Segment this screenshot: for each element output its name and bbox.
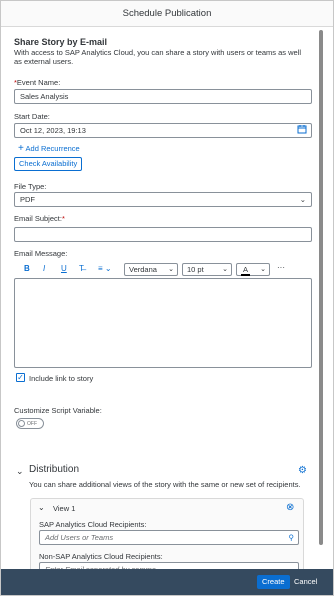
distribution-description: You can share additional views of the st… (29, 480, 301, 489)
underline-icon[interactable]: U (61, 264, 67, 273)
bold-icon[interactable]: B (24, 264, 30, 273)
email-message-label: Email Message: (14, 249, 68, 258)
include-link-label: Include link to story (29, 374, 94, 383)
calendar-icon[interactable] (297, 124, 307, 138)
sac-recipients-label: SAP Analytics Cloud Recipients: (39, 520, 147, 529)
section-description: With access to SAP Analytics Cloud, you … (14, 48, 302, 66)
section-heading: Share Story by E-mail (14, 37, 108, 47)
toggle-knob (18, 420, 25, 427)
chevron-down-icon[interactable]: ⌄ (16, 466, 24, 477)
font-color-select[interactable]: A ⌄ (236, 263, 270, 276)
email-subject-label: Email Subject:* (14, 214, 65, 223)
chevron-down-icon: ⌄ (260, 266, 266, 273)
scrollbar[interactable] (318, 30, 324, 570)
create-button[interactable]: Create (257, 575, 290, 589)
settings-gear-icon[interactable]: ⚙ (298, 465, 307, 476)
dialog-title: Schedule Publication (122, 8, 212, 19)
event-name-label: *Event Name: (14, 78, 61, 87)
include-link-checkbox[interactable]: ✓ (16, 373, 25, 382)
email-message-editor[interactable] (14, 278, 312, 368)
plus-icon: + (18, 143, 24, 154)
italic-icon[interactable]: I (43, 264, 45, 273)
dialog-footer: Create Cancel (1, 569, 333, 595)
user-icon[interactable]: ⚲ (289, 531, 295, 544)
view-title: View 1 (53, 504, 76, 513)
add-recurrence-link[interactable]: + Add Recurrence (18, 143, 80, 154)
start-date-label: Start Date: (14, 112, 50, 121)
strikethrough-icon[interactable]: T̶ (79, 264, 84, 273)
cancel-button[interactable]: Cancel (294, 575, 317, 589)
font-size-select[interactable]: 10 pt ⌄ (182, 263, 232, 276)
sac-recipients-input[interactable]: Add Users or Teams ⚲ (39, 530, 299, 545)
chevron-down-icon: ⌄ (299, 195, 306, 204)
email-subject-input[interactable] (14, 227, 312, 242)
dialog-header: Schedule Publication (1, 1, 333, 27)
file-type-select[interactable]: PDF ⌄ (14, 192, 312, 207)
nonsac-recipients-label: Non-SAP Analytics Cloud Recipients: (39, 552, 163, 561)
chevron-down-icon: ⌄ (168, 266, 174, 273)
distribution-title: Distribution (29, 464, 80, 475)
more-options-icon[interactable]: ··· (277, 263, 285, 272)
align-icon[interactable]: ≡ ⌄ (98, 264, 112, 273)
check-availability-button[interactable]: Check Availability (14, 157, 83, 171)
event-name-input[interactable]: Sales Analysis (14, 89, 312, 104)
font-family-select[interactable]: Verdana ⌄ (124, 263, 178, 276)
close-circle-icon[interactable]: ⊗ (286, 502, 294, 513)
start-date-input[interactable]: Oct 12, 2023, 19:13 (14, 123, 312, 138)
font-color-icon: A (241, 265, 251, 276)
chevron-down-icon[interactable]: ⌄ (38, 503, 45, 512)
script-variable-toggle[interactable]: OFF (16, 418, 44, 429)
chevron-down-icon: ⌄ (222, 266, 228, 273)
scrollbar-thumb[interactable] (319, 30, 323, 545)
file-type-label: File Type: (14, 182, 47, 191)
script-variable-label: Customize Script Variable: (14, 406, 102, 415)
